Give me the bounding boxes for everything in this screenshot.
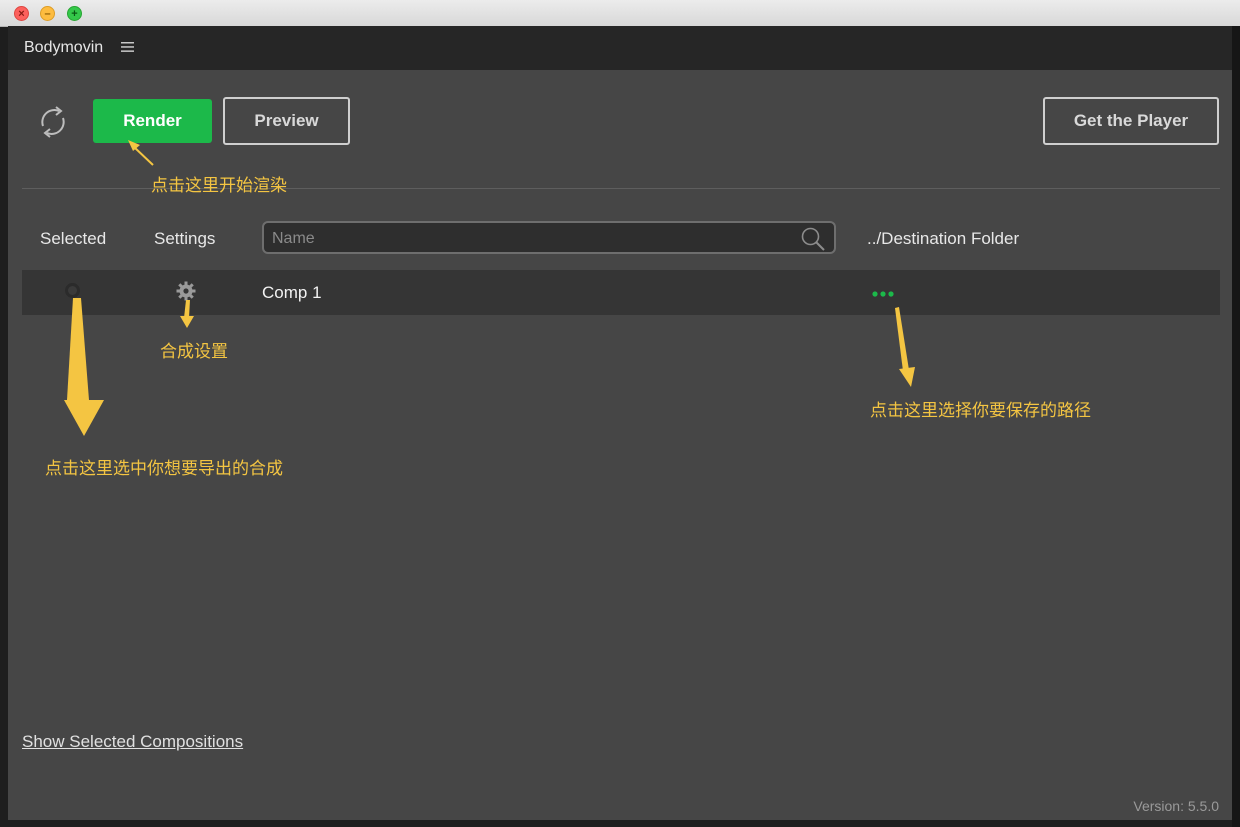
more-dots-icon[interactable]: [870, 286, 900, 297]
search-input[interactable]: [270, 227, 794, 251]
annotation-settings: 合成设置: [160, 342, 228, 362]
gear-icon[interactable]: [175, 280, 197, 302]
minimize-icon: –: [44, 8, 51, 20]
refresh-icon[interactable]: [37, 104, 69, 140]
composition-row[interactable]: Comp 1: [22, 270, 1220, 315]
zoom-window-button[interactable]: +: [67, 6, 82, 21]
search-icon[interactable]: [800, 226, 826, 252]
version-label: Version: 5.5.0: [1133, 798, 1219, 814]
show-selected-link[interactable]: Show Selected Compositions: [22, 732, 243, 752]
window-titlebar: × – +: [0, 0, 1240, 27]
render-button[interactable]: Render: [93, 99, 212, 143]
radio-icon[interactable]: [65, 283, 80, 298]
window-edge: [1232, 26, 1240, 827]
preview-button[interactable]: Preview: [223, 97, 350, 145]
annotation-destination: 点击这里选择你要保存的路径: [870, 401, 1091, 421]
annotation-render: 点击这里开始渲染: [151, 176, 287, 196]
panel-title: Bodymovin: [24, 39, 104, 56]
close-icon: ×: [18, 8, 25, 20]
get-player-button[interactable]: Get the Player: [1043, 97, 1219, 145]
panel-header: Bodymovin: [8, 26, 1232, 70]
search-box: [262, 221, 836, 254]
column-header-selected: Selected: [40, 229, 107, 248]
composition-name: Comp 1: [262, 283, 322, 302]
menu-icon[interactable]: [121, 41, 135, 53]
close-window-button[interactable]: ×: [14, 6, 29, 21]
minimize-window-button[interactable]: –: [40, 6, 55, 21]
column-header-settings: Settings: [154, 229, 216, 248]
annotation-select: 点击这里选中你想要导出的合成: [45, 459, 283, 479]
zoom-icon: +: [71, 8, 78, 20]
destination-folder-header[interactable]: ../Destination Folder: [867, 229, 1019, 249]
